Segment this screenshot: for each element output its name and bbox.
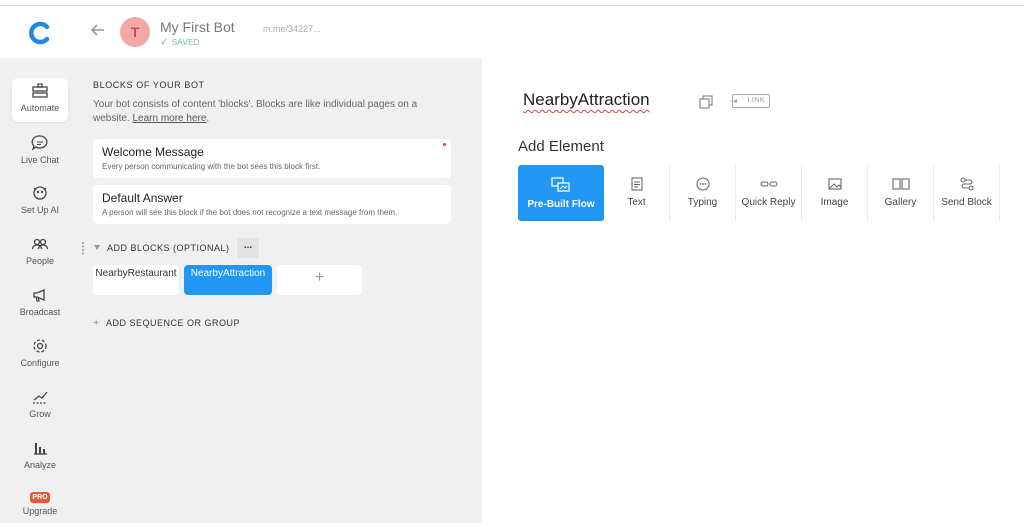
- quick-reply-element-label: Quick Reply: [741, 197, 796, 208]
- send-block-icon: [959, 177, 974, 191]
- typing-icon: [695, 177, 710, 191]
- image-element-button[interactable]: Image: [802, 165, 868, 221]
- check-icon: ✓: [160, 37, 169, 48]
- nav-label-upgrade: Upgrade: [22, 506, 58, 516]
- block-chip-nearbyrestaurant[interactable]: NearbyRestaurant: [93, 265, 179, 295]
- add-sequence-label: ADD SEQUENCE OR GROUP: [105, 318, 240, 328]
- text-icon: [630, 177, 643, 191]
- nav-label-grow: Grow: [29, 409, 51, 419]
- nav-item-broadcast[interactable]: Broadcast: [12, 282, 68, 326]
- copy-icon[interactable]: [699, 95, 713, 109]
- link-arrow-icon: ⇥: [730, 96, 739, 106]
- image-element-label: Image: [820, 197, 849, 208]
- element-toolbar: Pre-Built Flow Text Typing Quick Reply I…: [518, 165, 1000, 221]
- pre-built-flow-button[interactable]: Pre-Built Flow: [518, 165, 604, 221]
- gallery-element-button[interactable]: Gallery: [868, 165, 934, 221]
- learn-more-link[interactable]: Learn more here: [132, 113, 206, 124]
- pro-badge-icon: PRO: [30, 492, 50, 503]
- block-editor: NearbyAttraction ⇥ LINK Add Element Pre-B…: [482, 58, 1024, 523]
- blocks-panel: BLOCKS OF YOUR BOT Your bot consists of …: [80, 58, 482, 523]
- ai-icon: [33, 186, 47, 200]
- add-blocks-label: ADD BLOCKS (OPTIONAL): [107, 243, 230, 253]
- typing-element-button[interactable]: Typing: [670, 165, 736, 221]
- block-name-input[interactable]: NearbyAttraction: [523, 90, 650, 110]
- more-options-button[interactable]: ...: [237, 238, 259, 258]
- nav-item-analyze[interactable]: Analyze: [12, 435, 68, 479]
- blocks-description: Your bot consists of content 'blocks'. B…: [93, 99, 418, 124]
- default-answer-title: Default Answer: [102, 191, 183, 205]
- gallery-icon: [891, 178, 910, 190]
- nav-label-configure: Configure: [20, 358, 60, 368]
- welcome-message-title: Welcome Message: [102, 145, 204, 159]
- nav-item-set-up-ai[interactable]: Set Up AI: [12, 180, 68, 224]
- pre-built-flow-icon: [551, 177, 570, 192]
- gallery-element-label: Gallery: [884, 197, 917, 208]
- saved-status: ✓ SAVED: [160, 37, 200, 48]
- default-answer-desc: A person will see this block if the bot …: [102, 208, 398, 217]
- nav-label-set-up-ai: Set Up AI: [20, 205, 60, 215]
- nav-item-live-chat[interactable]: Live Chat: [12, 130, 68, 174]
- image-icon: [827, 178, 842, 190]
- bar-chart-icon: [34, 443, 47, 455]
- send-block-element-label: Send Block: [941, 197, 992, 208]
- nav-item-configure[interactable]: Configure: [12, 333, 68, 377]
- typing-element-label: Typing: [687, 197, 718, 208]
- saved-status-label: SAVED: [171, 38, 200, 47]
- text-element-label: Text: [627, 197, 646, 208]
- nav-label-live-chat: Live Chat: [20, 155, 60, 165]
- pre-built-flow-label: Pre-Built Flow: [527, 199, 595, 210]
- bot-avatar[interactable]: T: [120, 17, 150, 47]
- gear-icon: [33, 339, 47, 353]
- chat-bubble-icon: [31, 135, 48, 151]
- nav-item-automate[interactable]: Automate: [12, 78, 68, 122]
- send-block-element-button[interactable]: Send Block: [934, 165, 1000, 221]
- back-arrow-icon[interactable]: [90, 22, 110, 42]
- bot-link[interactable]: m.me/34227...: [263, 24, 321, 34]
- app-header: T My First Bot ✓ SAVED m.me/34227...: [0, 6, 1024, 58]
- caret-down-icon[interactable]: [94, 245, 100, 250]
- block-chip-nearbyattraction[interactable]: NearbyAttraction: [184, 265, 272, 295]
- people-icon: [31, 238, 49, 250]
- nav-item-people[interactable]: People: [12, 231, 68, 275]
- chatfuel-logo-icon[interactable]: [27, 20, 53, 46]
- link-button[interactable]: ⇥ LINK: [730, 94, 770, 108]
- drag-handle-icon[interactable]: [80, 241, 86, 255]
- plus-icon: +: [93, 317, 100, 329]
- add-block-button[interactable]: +: [277, 265, 362, 295]
- nav-label-analyze: Analyze: [23, 460, 57, 470]
- unsaved-dot-icon: [443, 143, 446, 146]
- quick-reply-element-button[interactable]: Quick Reply: [736, 165, 802, 221]
- nav-label-automate: Automate: [20, 103, 60, 113]
- link-label: LINK: [747, 97, 765, 104]
- welcome-message-block[interactable]: Welcome Message Every person communicati…: [93, 139, 451, 178]
- megaphone-icon: [33, 289, 45, 302]
- blocks-title: BLOCKS OF YOUR BOT: [93, 80, 205, 90]
- text-element-button[interactable]: Text: [604, 165, 670, 221]
- nav-label-people: People: [25, 256, 55, 266]
- nav-item-grow[interactable]: Grow: [12, 384, 68, 428]
- add-sequence-button[interactable]: + ADD SEQUENCE OR GROUP: [93, 317, 240, 329]
- nav-label-broadcast: Broadcast: [19, 307, 61, 317]
- default-answer-block[interactable]: Default Answer A person will see this bl…: [93, 185, 451, 224]
- add-element-title: Add Element: [518, 138, 604, 155]
- quick-reply-icon: [759, 181, 778, 187]
- grow-icon: [33, 391, 48, 404]
- welcome-message-desc: Every person communicating with the bot …: [102, 162, 321, 171]
- automate-icon: [32, 83, 48, 98]
- nav-item-upgrade[interactable]: PRO Upgrade: [12, 486, 68, 530]
- bot-name[interactable]: My First Bot: [160, 19, 235, 35]
- left-nav: Automate Live Chat Set Up AI People Broa…: [0, 58, 80, 523]
